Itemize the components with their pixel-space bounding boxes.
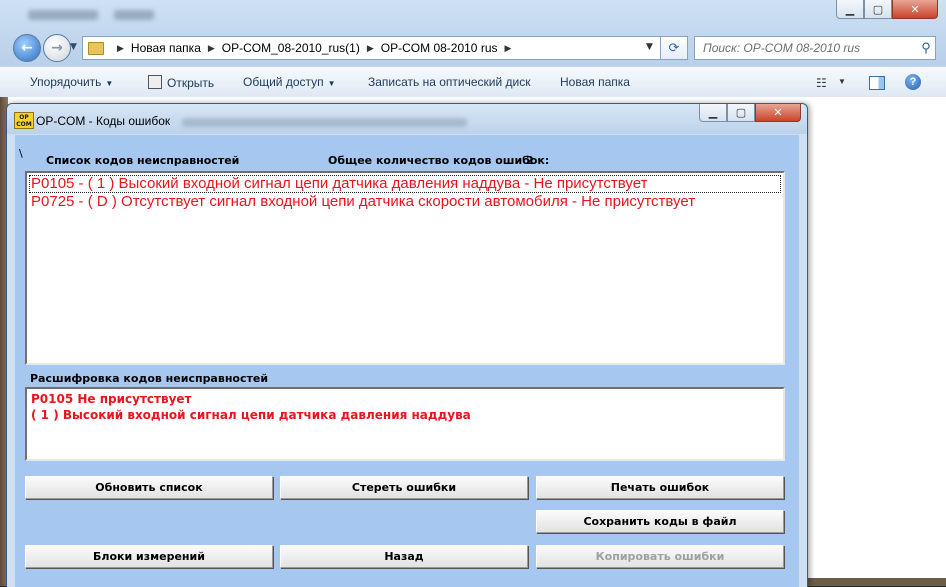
burn-button[interactable]: Записать на оптический диск xyxy=(368,75,531,89)
minimize-button[interactable]: ▁ xyxy=(836,0,864,19)
maximize-button[interactable]: ▢ xyxy=(727,104,755,122)
chevron-right-icon[interactable]: ▶ xyxy=(367,43,374,54)
breadcrumb-item[interactable]: OP-COM_08-2010_rus(1) xyxy=(222,41,360,55)
new-folder-label: Новая папка xyxy=(560,75,630,89)
path-marker: \ xyxy=(19,147,23,160)
decode-label: Расшифровка кодов неисправностей xyxy=(30,372,269,385)
organize-label: Упорядочить xyxy=(30,75,102,89)
breadcrumb-item[interactable]: OP-COM 08-2010 rus xyxy=(381,41,498,55)
share-menu[interactable]: Общий доступ ▼ xyxy=(243,75,336,89)
close-button[interactable]: ✕ xyxy=(755,104,801,122)
preview-pane-icon[interactable] xyxy=(869,76,885,90)
burn-label: Записать на оптический диск xyxy=(368,75,531,89)
chevron-down-icon: ▼ xyxy=(105,79,114,88)
window-caption-buttons: ▁ ▢ ✕ xyxy=(836,0,938,19)
search-placeholder: Поиск: OP-COM 08-2010 rus xyxy=(703,41,861,55)
maximize-button[interactable]: ▢ xyxy=(864,0,892,19)
copy-errors-button: Копировать ошибки xyxy=(536,545,784,568)
measurement-blocks-button[interactable]: Блоки измерений xyxy=(25,545,273,568)
command-bar: Упорядочить ▼ Открыть Общий доступ ▼ Запис… xyxy=(0,66,946,98)
desktop-background-strip xyxy=(803,578,946,586)
dialog-titlebar[interactable]: OP COM OP-COM - Коды ошибок ▁ ▢ ✕ xyxy=(7,104,807,134)
view-options-icon[interactable]: ☷ xyxy=(816,76,827,90)
organize-menu[interactable]: Упорядочить ▼ xyxy=(30,75,113,89)
decode-line: ( 1 ) Высокий входной сигнал цепи датчик… xyxy=(31,408,471,422)
chevron-right-icon[interactable]: ▶ xyxy=(208,43,215,54)
open-button[interactable]: Открыть xyxy=(148,75,214,90)
breadcrumb-item[interactable]: Новая папка xyxy=(131,41,201,55)
search-input[interactable]: Поиск: OP-COM 08-2010 rus ⚲ xyxy=(694,36,936,60)
back-button[interactable]: ← xyxy=(13,34,41,62)
open-icon xyxy=(148,75,162,89)
explorer-titlebar: ▁ ▢ ✕ xyxy=(0,0,946,30)
decode-line: P0105 Не присутствует xyxy=(31,392,192,406)
print-errors-button[interactable]: Печать ошибок xyxy=(536,476,784,499)
back-button[interactable]: Назад xyxy=(280,545,528,568)
error-codes-list[interactable]: P0105 - ( 1 ) Высокий входной сигнал цеп… xyxy=(25,171,785,365)
recent-pages-dropdown-icon[interactable]: ▼ xyxy=(70,42,77,52)
chevron-down-icon[interactable]: ▼ xyxy=(838,77,846,86)
new-folder-button[interactable]: Новая папка xyxy=(560,75,630,89)
codes-list-label: Список кодов неисправностей xyxy=(46,154,240,167)
blurred-title-text xyxy=(28,10,98,20)
blurred-title-text xyxy=(114,10,154,20)
file-list-area-right[interactable] xyxy=(803,97,946,586)
help-icon[interactable]: ? xyxy=(905,74,921,90)
share-label: Общий доступ xyxy=(243,75,324,89)
list-item[interactable]: P0725 - ( D ) Отсутствует сигнал входной… xyxy=(29,193,695,211)
navigation-row: ← → ▼ ▶ Новая папка ▶ OP-COM_08-2010_rus… xyxy=(0,30,946,64)
address-dropdown-icon[interactable]: ▼ xyxy=(646,42,653,52)
dialog-caption-buttons: ▁ ▢ ✕ xyxy=(699,104,801,122)
open-label: Открыть xyxy=(167,76,215,90)
refresh-list-button[interactable]: Обновить список xyxy=(25,476,273,499)
blurred-background-text xyxy=(182,118,467,127)
forward-button[interactable]: → xyxy=(43,34,71,62)
list-item[interactable]: P0105 - ( 1 ) Высокий входной сигнал цеп… xyxy=(29,175,781,193)
address-bar[interactable]: ▶ Новая папка ▶ OP-COM_08-2010_rus(1) ▶ … xyxy=(82,36,662,60)
dialog-client-area: \ Список кодов неисправностей Общее коли… xyxy=(15,135,799,587)
folder-icon xyxy=(88,41,104,55)
codes-count-label: Общее количество кодов ошибок: xyxy=(328,154,550,167)
chevron-right-icon[interactable]: ▶ xyxy=(505,43,512,54)
save-codes-button[interactable]: Сохранить коды в файл xyxy=(536,510,784,533)
dialog-title: OP-COM - Коды ошибок xyxy=(36,114,171,128)
search-icon[interactable]: ⚲ xyxy=(917,40,935,56)
erase-errors-button[interactable]: Стереть ошибки xyxy=(280,476,528,499)
opcom-dialog: OP COM OP-COM - Коды ошибок ▁ ▢ ✕ \ Списо… xyxy=(6,103,808,587)
chevron-right-icon[interactable]: ▶ xyxy=(117,43,124,54)
refresh-button[interactable]: ⟳ xyxy=(660,36,688,60)
opcom-logo-icon: OP COM xyxy=(14,112,34,129)
codes-count-value: 2 xyxy=(526,154,534,167)
decode-text-box[interactable]: P0105 Не присутствует ( 1 ) Высокий вход… xyxy=(25,387,785,461)
minimize-button[interactable]: ▁ xyxy=(699,104,727,122)
chevron-down-icon: ▼ xyxy=(327,79,336,88)
close-button[interactable]: ✕ xyxy=(892,0,938,19)
